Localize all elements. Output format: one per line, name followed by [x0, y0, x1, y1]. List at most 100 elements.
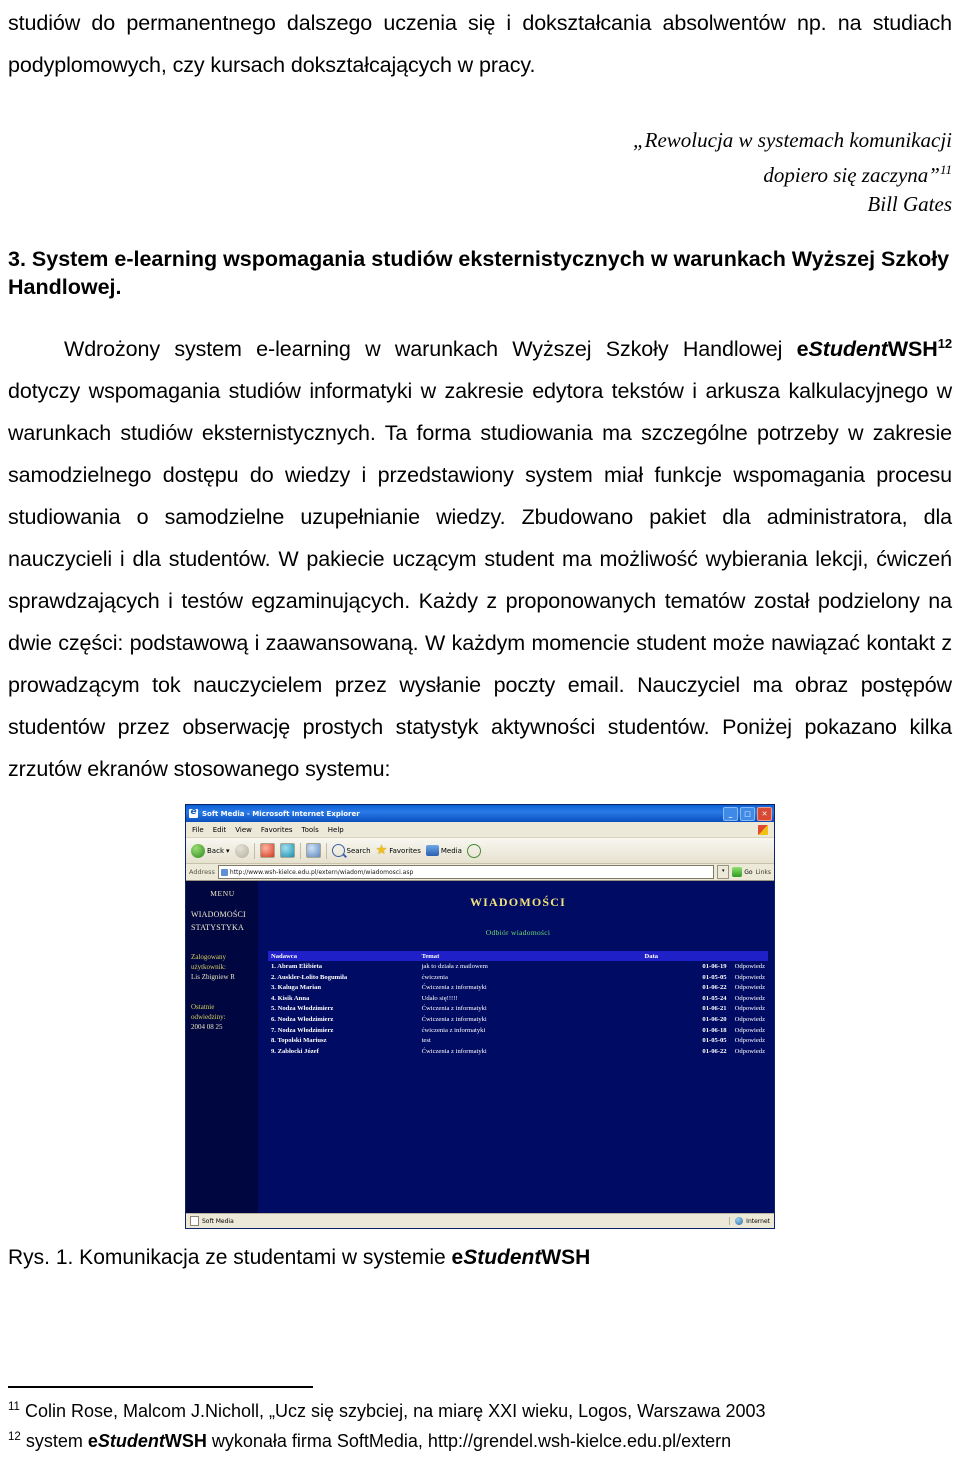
table-row: 5. Nodza Włodzimierz Ćwiczenia z informat… [268, 1004, 768, 1015]
body-text-after-brand: dotyczy wspomagania studiów informatyki … [8, 379, 952, 782]
history-clock-icon [466, 843, 481, 858]
footnote-brand-letter-e: e [87, 1431, 98, 1451]
reply-link[interactable]: Odpowiedz [735, 1016, 765, 1023]
table-row: 2. Auskler-Lolito Bogumiła ćwiczenia 01-05… [268, 972, 768, 983]
window-title: Soft Media - Microsoft Internet Explorer [202, 809, 360, 818]
messages-table: Nadawca Temat Data 1. Abram Elżbieta jak … [268, 951, 768, 1056]
window-titlebar: Soft Media - Microsoft Internet Explorer… [186, 805, 774, 823]
cell-data: 01-05-05 Odpowiedz [642, 1035, 768, 1046]
table-row: 1. Abram Elżbieta jak to działa z mailowe… [268, 961, 768, 972]
minimize-button[interactable]: _ [723, 806, 738, 821]
reply-link[interactable]: Odpowiedz [735, 1037, 765, 1044]
maximize-button[interactable]: □ [740, 806, 755, 821]
close-button[interactable]: ✕ [757, 806, 772, 821]
messages-table-head: Nadawca Temat Data [268, 951, 768, 962]
go-button[interactable]: Go [732, 867, 753, 878]
cell-temat: jak to działa z mailowem [421, 962, 488, 970]
table-row: 9. Zabłocki Józef Ćwiczenia z informatyki… [268, 1046, 768, 1057]
links-label[interactable]: Links [756, 869, 771, 876]
reply-link[interactable]: Odpowiedz [735, 984, 765, 991]
figure-caption: Rys. 1. Komunikacja ze studentami w syst… [8, 1245, 952, 1271]
back-button[interactable]: Back ▾ [191, 843, 230, 858]
table-header-row: Nadawca Temat Data [268, 951, 768, 962]
table-row: 8. Topolski Mariusz test 01-05-05 Odpowiedz [268, 1035, 768, 1046]
figure-brand-letter-e: e [451, 1246, 464, 1270]
footnote-12-suffix: wykonała firma SoftMedia, http://grendel… [206, 1431, 732, 1451]
reply-link[interactable]: Odpowiedz [735, 963, 765, 970]
footnote-11-marker: 11 [8, 1401, 20, 1413]
sidebar-item-statystyka[interactable]: STATYSTYKA [191, 923, 254, 932]
menu-item-edit[interactable]: Edit [213, 826, 227, 834]
page-icon [220, 868, 228, 876]
favorites-button[interactable]: ★ Favorites [376, 844, 421, 857]
window-controls: _ □ ✕ [723, 806, 772, 821]
site-content: WIADOMOŚCI Odbiór wiadomości Nadawca Tem… [258, 881, 774, 1214]
menu-item-help[interactable]: Help [328, 826, 344, 834]
home-icon [305, 843, 321, 859]
page-title: WIADOMOŚCI [469, 895, 566, 910]
site-sidebar: MENU WIADOMOŚCI STATYSTYKA Zalogowany uż… [186, 881, 258, 1214]
sidebar-menu-title: MENU [210, 889, 235, 899]
back-dropdown-caret[interactable]: ▾ [226, 847, 230, 855]
figure-brand-word-wsh: WSH [541, 1246, 591, 1270]
quote-footnote-marker: 11 [939, 162, 952, 177]
document-icon [190, 1216, 199, 1227]
cell-temat: Ćwiczenia z informatyki [421, 1005, 487, 1013]
address-bar: Address http://www.wsh-kielce.edu.pl/ext… [186, 864, 774, 882]
body-text-before-brand: Wdrożony system e-learning w warunkach W… [64, 337, 797, 362]
forward-button[interactable] [234, 843, 249, 858]
cell-data: 01-05-05 Odpowiedz [642, 972, 768, 983]
stop-button[interactable] [259, 843, 275, 859]
home-button[interactable] [305, 843, 321, 859]
last-visit-block: Ostatnie odwiedziny: 2004 08 25 [191, 1002, 254, 1032]
menu-item-view[interactable]: View [235, 826, 252, 834]
pull-quote: „Rewolucja w systemach komunikacji dopie… [8, 86, 952, 219]
last-visit-label-line2: odwiedziny: [191, 1013, 226, 1022]
reply-link[interactable]: Odpowiedz [735, 1027, 765, 1034]
address-input[interactable]: http://www.wsh-kielce.edu.pl/extern/wiad… [217, 865, 715, 880]
refresh-button[interactable] [279, 843, 295, 859]
media-button[interactable]: Media [425, 845, 462, 857]
logged-user-block: Zalogowany użytkownik: Lis Zbigniew R [191, 952, 254, 982]
cell-temat: ćwiczenia z informatyki [421, 1026, 486, 1034]
menu-item-tools[interactable]: Tools [302, 826, 319, 834]
go-arrow-icon [732, 867, 743, 878]
address-dropdown-caret[interactable]: ▾ [717, 865, 730, 880]
cell-temat: Ćwiczenia z informatyki [421, 1047, 487, 1055]
message-date: 01-05-05 [702, 1037, 727, 1045]
reply-link[interactable]: Odpowiedz [735, 1048, 765, 1055]
top-paragraph: studiów do permanentnego dalszego uczeni… [8, 11, 952, 77]
body-paragraph: Wdrożony system e-learning w warunkach W… [8, 301, 952, 790]
brand-letter-e: e [796, 337, 809, 362]
statusbar-text: Soft Media [202, 1217, 234, 1225]
toolbar-separator-1 [253, 842, 255, 859]
browser-statusbar: Soft Media Internet [186, 1213, 774, 1229]
stop-icon [259, 843, 275, 859]
figure-caption-prefix: Rys. 1. Komunikacja ze studentami w syst… [8, 1246, 452, 1270]
footnote-brand-word-wsh: WSH [164, 1431, 207, 1451]
figure-caption-brand: eStudentWSH [452, 1246, 591, 1269]
footnote-12-marker: 12 [8, 1431, 21, 1443]
reply-link[interactable]: Odpowiedz [735, 995, 765, 1002]
media-icon [425, 845, 439, 857]
reply-link[interactable]: Odpowiedz [735, 1005, 765, 1012]
history-button[interactable] [466, 843, 481, 858]
logged-user-label-line2: użytkownik: [191, 963, 226, 972]
cell-data: 01-06-20 Odpowiedz [642, 1014, 768, 1025]
browser-toolbar: Back ▾ Search ★ Favorites Media [186, 838, 774, 865]
search-button[interactable]: Search [331, 844, 371, 858]
menu-item-favorites[interactable]: Favorites [261, 826, 293, 834]
reply-link[interactable]: Odpowiedz [735, 974, 765, 981]
menu-item-file[interactable]: File [192, 826, 204, 834]
message-date: 01-06-18 [702, 1026, 727, 1034]
logged-user-name: Lis Zbigniew R [191, 973, 235, 982]
message-date: 01-06-22 [702, 984, 727, 992]
address-label: Address [189, 868, 215, 877]
cell-data: 01-06-21 Odpowiedz [642, 1004, 768, 1015]
security-zone: Internet [729, 1217, 770, 1226]
cell-temat: Udało się!!!!! [421, 994, 458, 1002]
table-row: 4. Kisik Anna Udało się!!!!! 01-05-24 Odpow… [268, 993, 768, 1004]
footnote-brand-word-student: Student [97, 1431, 165, 1451]
sidebar-item-wiadomosci[interactable]: WIADOMOŚCI [191, 910, 254, 919]
footnote-separator-rule [8, 1386, 313, 1388]
